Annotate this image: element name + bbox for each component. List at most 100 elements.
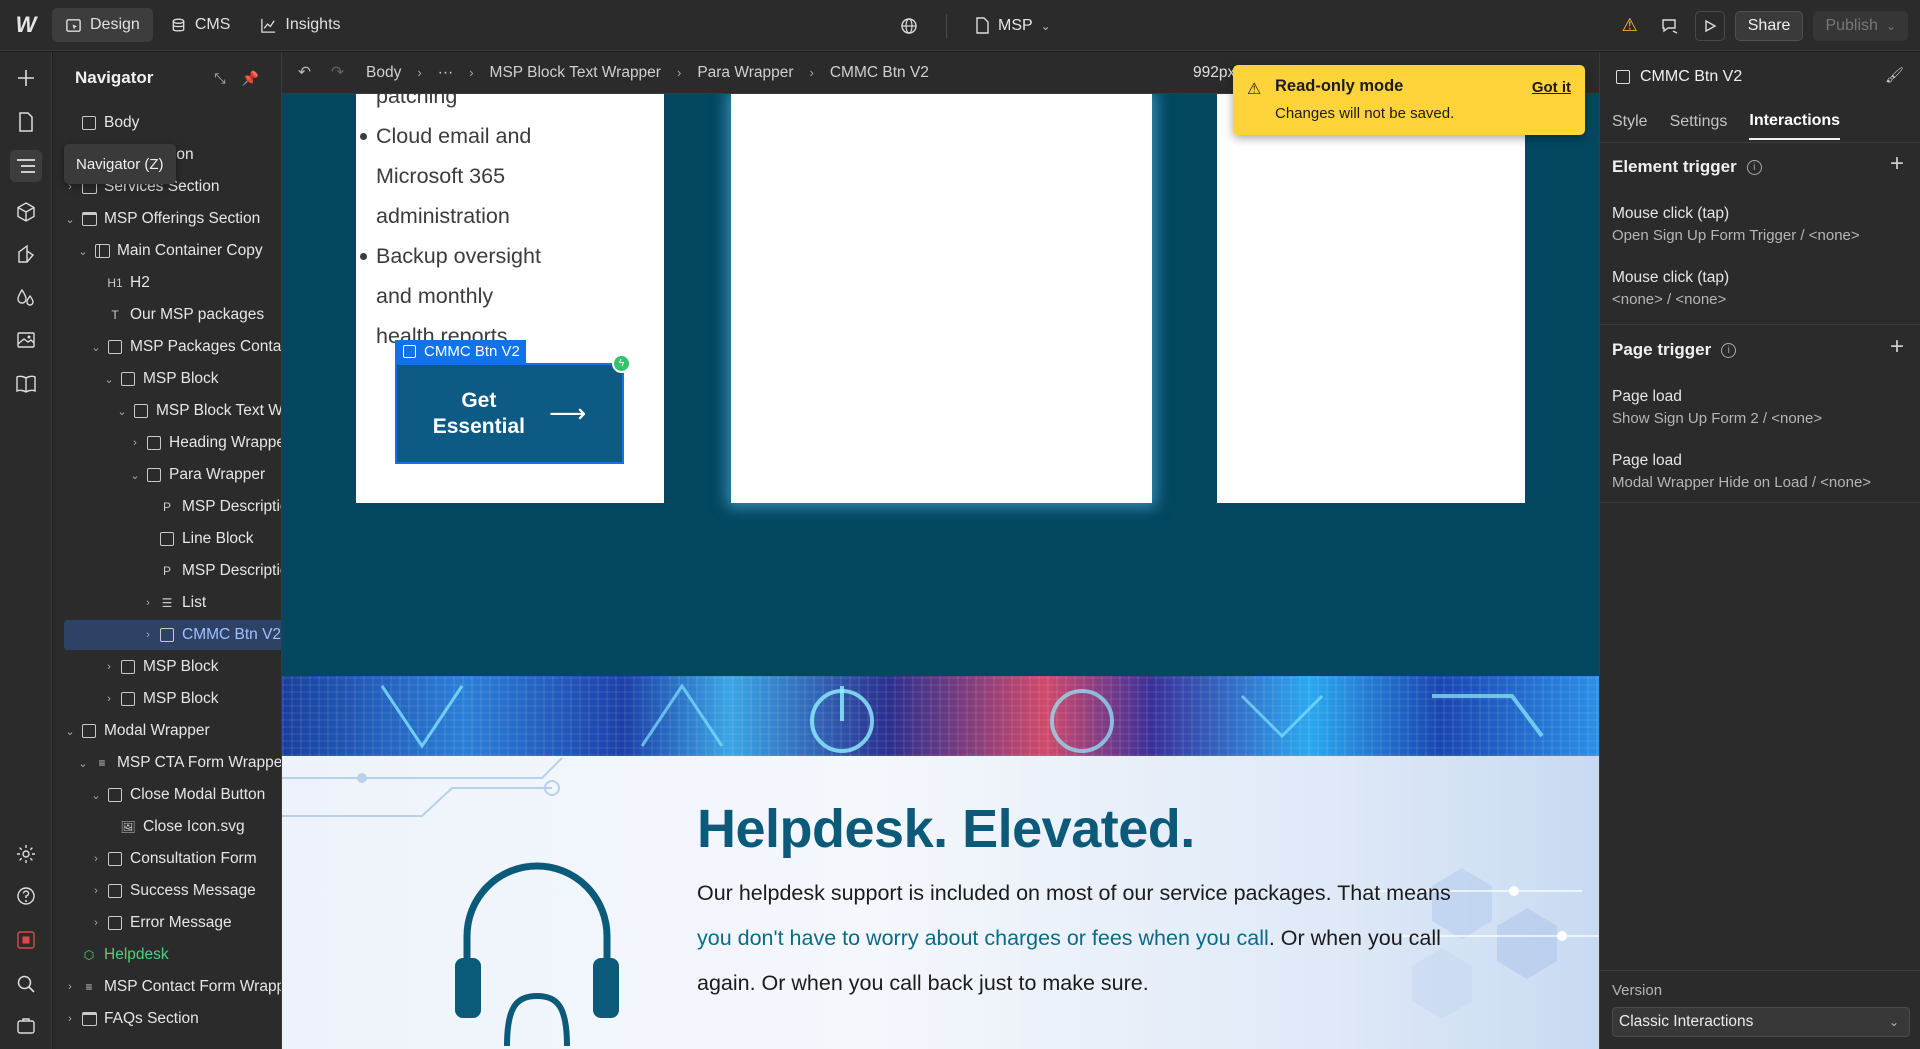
msp-offerings-section[interactable]: patching Cloud email and Microsoft 365 a… (282, 94, 1599, 676)
components-icon[interactable] (10, 196, 42, 228)
chevron-right-icon[interactable]: › (102, 661, 116, 673)
tab-style[interactable]: Style (1612, 104, 1648, 140)
navigator-tree-row[interactable]: › ☰ List (53, 588, 281, 618)
navigator-tree-row[interactable]: › MSP Block (53, 652, 281, 682)
tab-interactions[interactable]: Interactions (1749, 104, 1841, 140)
navigator-tree-row[interactable]: ⌄ Main Container Copy (53, 236, 281, 266)
help-icon[interactable] (10, 880, 42, 912)
navigator-tree-row[interactable]: ⬡ Helpdesk (53, 940, 281, 970)
chevron-right-icon[interactable]: › (89, 917, 103, 929)
navigator-tree-row[interactable]: ⌄ Close Modal Button (53, 780, 281, 810)
breadcrumb-item[interactable]: Para Wrapper (697, 64, 793, 82)
helpdesk-section[interactable]: Helpdesk. Elevated. Our helpdesk support… (282, 756, 1599, 1049)
chevron-right-icon[interactable]: › (89, 853, 103, 865)
chevron-down-icon[interactable]: ⌄ (63, 213, 77, 226)
navigator-tree-row[interactable]: P MSP Description (53, 556, 281, 586)
got-it-button[interactable]: Got it (1532, 79, 1571, 96)
tab-design[interactable]: Design (52, 8, 153, 42)
chevron-right-icon[interactable]: › (63, 981, 77, 993)
chevron-down-icon[interactable]: ⌄ (115, 405, 129, 418)
page-trigger-item[interactable]: Page load Show Sign Up Form 2 / <none> (1612, 388, 1822, 427)
page-selector[interactable]: MSP ⌄ (975, 17, 1051, 35)
navigator-row-label: FAQs Section (104, 1010, 199, 1027)
undo-icon[interactable]: ↶ (298, 63, 311, 82)
pages-icon[interactable] (10, 106, 42, 138)
publish-button[interactable]: Publish ⌄ (1813, 10, 1908, 41)
page-trigger-item[interactable]: Page load Modal Wrapper Hide on Load / <… (1612, 452, 1871, 491)
navigator-tree-row[interactable]: T Our MSP packages (53, 300, 281, 330)
chevron-right-icon[interactable]: › (89, 885, 103, 897)
navigator-tree-row[interactable]: ⌄ Para Wrapper (53, 460, 281, 490)
navigator-tree-row[interactable]: › ≡ MSP Contact Form Wrapper (53, 972, 281, 1002)
tab-insights[interactable]: Insights (247, 8, 353, 42)
brush-icon[interactable]: 🖌 (1885, 66, 1904, 84)
chevron-down-icon[interactable]: ⌄ (102, 373, 116, 386)
navigator-icon[interactable] (10, 150, 42, 182)
apps-icon[interactable] (10, 1010, 42, 1042)
navigator-tree-row[interactable]: › Heading Wrapper (53, 428, 281, 458)
settings-gear-icon[interactable] (10, 838, 42, 870)
navigator-tree-row[interactable]: › Consultation Form (53, 844, 281, 874)
redo-icon[interactable]: ↷ (331, 63, 344, 82)
variables-icon[interactable] (10, 238, 42, 270)
navigator-tree-row[interactable]: › FAQs Section (53, 1004, 281, 1034)
warning-icon[interactable]: ⚠ (1615, 11, 1645, 41)
book-icon[interactable] (10, 368, 42, 400)
chevron-down-icon[interactable]: ⌄ (76, 757, 90, 770)
chevron-right-icon[interactable]: › (141, 597, 155, 609)
navigator-tree-row[interactable]: › MSP Block (53, 684, 281, 714)
element-trigger-item[interactable]: Mouse click (tap) <none> / <none> (1612, 269, 1729, 308)
add-element-trigger-icon[interactable]: + (1890, 150, 1904, 178)
navigator-tree-row[interactable]: › Success Message (53, 876, 281, 906)
breadcrumb-item[interactable]: ··· (438, 64, 454, 82)
chevron-right-icon[interactable]: › (102, 693, 116, 705)
breadcrumb-item[interactable]: CMMC Btn V2 (830, 64, 929, 82)
chevron-down-icon[interactable]: ⌄ (63, 725, 77, 738)
chevron-right-icon[interactable]: › (141, 629, 155, 641)
preview-play-icon[interactable] (1694, 10, 1725, 41)
share-button[interactable]: Share (1734, 10, 1804, 41)
element-trigger-item[interactable]: Mouse click (tap) Open Sign Up Form Trig… (1612, 205, 1860, 244)
info-icon[interactable]: i (1721, 342, 1737, 358)
msp-block-card[interactable] (1217, 94, 1525, 503)
collapse-icon[interactable]: ⤡ (214, 70, 225, 87)
navigator-tree-row[interactable]: ⌄ MSP Block (53, 364, 281, 394)
navigator-tree-row[interactable]: › CMMC Btn V2 (64, 620, 281, 650)
search-icon[interactable] (10, 968, 42, 1000)
styles-icon[interactable] (10, 282, 42, 314)
tab-settings[interactable]: Settings (1670, 104, 1728, 140)
webflow-logo-icon[interactable]: W (0, 0, 52, 51)
chevron-down-icon[interactable]: ⌄ (89, 341, 103, 354)
navigator-tree-row[interactable]: Body (53, 108, 281, 138)
chevron-right-icon[interactable]: › (128, 437, 142, 449)
info-icon[interactable]: i (1746, 159, 1762, 175)
record-icon[interactable] (10, 924, 42, 956)
breadcrumb-item[interactable]: Body (366, 64, 401, 82)
chevron-down-icon[interactable]: ⌄ (76, 245, 90, 258)
tab-cms[interactable]: CMS (157, 8, 244, 42)
interaction-lightning-icon[interactable]: ϟ (612, 354, 631, 373)
chevron-right-icon[interactable]: › (63, 1013, 77, 1025)
navigator-tree-row[interactable]: 🖼 Close Icon.svg (53, 812, 281, 842)
chevron-down-icon[interactable]: ⌄ (128, 469, 142, 482)
pin-icon[interactable]: 📌 (242, 70, 259, 87)
msp-block-card[interactable] (731, 94, 1152, 503)
assets-icon[interactable] (10, 324, 42, 356)
navigator-tree-row[interactable]: Line Block (53, 524, 281, 554)
navigator-tree-row[interactable]: › Error Message (53, 908, 281, 938)
version-select[interactable]: Classic Interactions ⌄ (1612, 1007, 1910, 1037)
navigator-tree-row[interactable]: ⌄ ≡ MSP CTA Form Wrapper (53, 748, 281, 778)
navigator-tree-row[interactable]: ⌄ MSP Offerings Section (53, 204, 281, 234)
chevron-down-icon[interactable]: ⌄ (89, 789, 103, 802)
add-page-trigger-icon[interactable]: + (1890, 333, 1904, 361)
navigator-tree-row[interactable]: H1 H2 (53, 268, 281, 298)
navigator-tree-row[interactable]: ⌄ Modal Wrapper (53, 716, 281, 746)
navigator-tree-row[interactable]: ⌄ MSP Packages Container (53, 332, 281, 362)
navigator-tree-row[interactable]: P MSP Description (53, 492, 281, 522)
comments-icon[interactable] (1655, 11, 1685, 41)
navigator-tree-row[interactable]: ⌄ MSP Block Text Wrapper (53, 396, 281, 426)
globe-icon[interactable] (900, 17, 918, 35)
add-elements-icon[interactable] (10, 62, 42, 94)
breadcrumb-item[interactable]: MSP Block Text Wrapper (490, 64, 661, 82)
get-essential-button[interactable]: Get Essential ⟶ (395, 363, 624, 464)
